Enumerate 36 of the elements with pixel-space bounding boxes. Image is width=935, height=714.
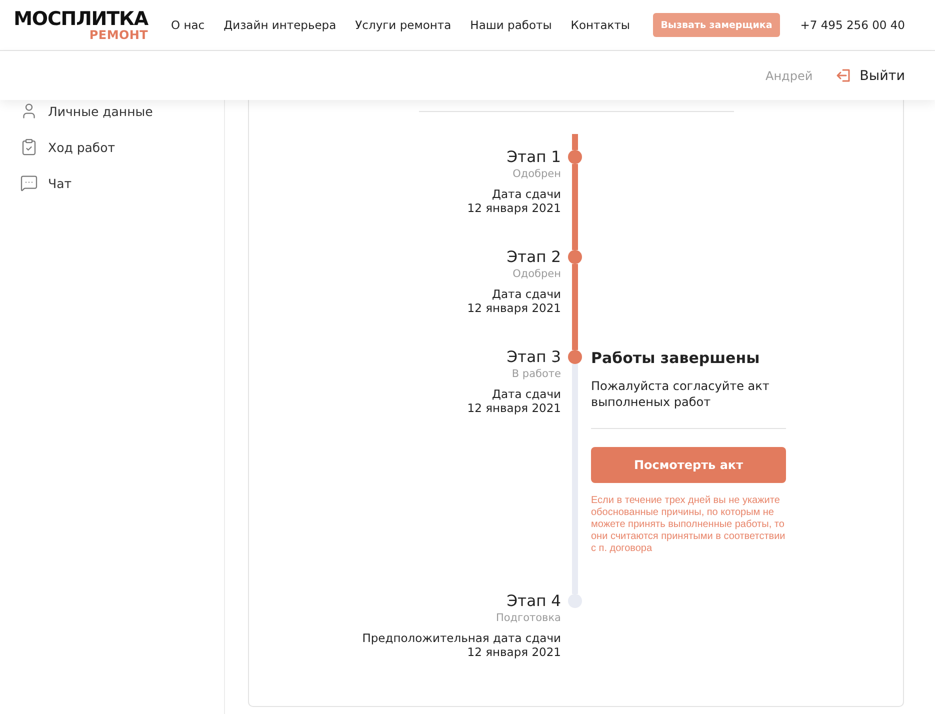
nav-link[interactable]: Дизайн интерьера xyxy=(224,18,336,32)
date-label: Дата сдачи xyxy=(490,287,561,301)
logout-button[interactable]: Выйти xyxy=(836,68,905,84)
date-label: Дата сдачи xyxy=(490,387,561,401)
date-value: 12 января 2021 xyxy=(466,645,561,659)
panel-title: Работы завершены xyxy=(591,348,761,369)
stage-status: Подготовка xyxy=(494,611,561,625)
panel-text: Пожалуйста согласуйте акт выполненых работ xyxy=(591,378,770,410)
warning-note: Если в течение трех дней вы не укажите обоснованные причины, по которым не можете принять выполненные работы, то они считаются принятыми в соответствии с п. договора xyxy=(591,495,786,555)
logout-icon xyxy=(836,69,850,82)
nav-link[interactable]: Контакты xyxy=(570,18,630,32)
stage-title: Этап 2 xyxy=(506,247,561,267)
nav-link[interactable]: Наши работы xyxy=(470,18,552,32)
sidebar-item[interactable]: Личные данные xyxy=(0,100,224,122)
nav-link[interactable]: О нас xyxy=(171,18,205,32)
clipboard-check-icon xyxy=(20,138,38,156)
stage-title: Этап 1 xyxy=(506,147,561,167)
nav-link[interactable]: Услуги ремонта xyxy=(355,18,452,32)
chat-icon xyxy=(20,174,38,192)
date-value: 12 января 2021 xyxy=(466,301,561,315)
logo-tagline: РЕМОНТ xyxy=(89,28,148,42)
date-label: Дата сдачи xyxy=(490,187,561,201)
date-value: 12 января 2021 xyxy=(466,401,561,415)
date-value: 12 января 2021 xyxy=(466,201,561,215)
user-icon xyxy=(20,102,38,120)
stage-title: Этап 4 xyxy=(506,591,561,611)
stage-status: Одобрен xyxy=(512,267,561,281)
stage-status: В работе xyxy=(510,367,561,381)
date-label: Предположительная дата сдачи xyxy=(361,631,561,645)
sidebar-item[interactable]: Чат xyxy=(0,172,224,194)
stage-title: Этап 3 xyxy=(506,347,561,367)
logo-wordmark[interactable]: МОСПЛИТКА xyxy=(14,8,148,28)
phone-link[interactable]: +7 495 256 00 40 xyxy=(800,18,905,32)
user-name: Андрей xyxy=(766,68,813,82)
sidebar-item[interactable]: Ход работ xyxy=(0,136,224,158)
stage-status: Одобрен xyxy=(512,167,561,181)
